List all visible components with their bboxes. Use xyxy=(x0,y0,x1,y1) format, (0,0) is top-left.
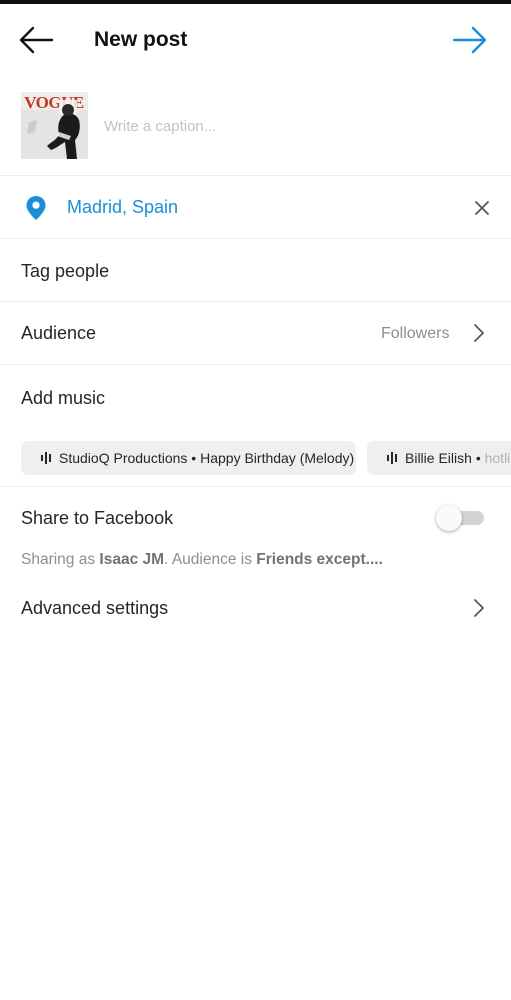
music-title: hotline bling xyxy=(484,450,511,466)
music-suggestion-text: StudioQ Productions • Happy Birthday (Me… xyxy=(59,450,354,466)
chevron-right-icon xyxy=(474,324,484,342)
location-name[interactable]: Madrid, Spain xyxy=(67,197,178,218)
music-separator: • xyxy=(475,450,481,466)
add-music-label: Add music xyxy=(21,388,106,408)
sharing-middle: . Audience is xyxy=(164,551,257,568)
music-suggestions: StudioQ Productions • Happy Birthday (Me… xyxy=(0,431,511,487)
new-post-screen: New post VOGUE Madrid, Sp xyxy=(0,0,511,1000)
music-suggestion-chip[interactable]: Billie Eilish • hotline bling xyxy=(367,441,511,475)
close-icon xyxy=(475,201,489,215)
audience-label: Audience xyxy=(21,323,97,343)
music-artist: Billie Eilish xyxy=(405,450,472,466)
remove-location-button[interactable] xyxy=(470,196,494,220)
music-artist: StudioQ Productions xyxy=(59,450,188,466)
location-pin-icon xyxy=(26,196,46,220)
post-image: VOGUE xyxy=(21,92,88,159)
share-to-facebook-row: Share to Facebook xyxy=(0,487,511,547)
arrow-right-icon xyxy=(452,26,487,54)
page-title: New post xyxy=(94,28,188,51)
chevron-right-icon xyxy=(474,599,484,617)
tag-people-label: Tag people xyxy=(21,261,110,281)
next-button[interactable] xyxy=(450,24,490,56)
music-suggestion-text: Billie Eilish • hotline bling xyxy=(405,450,511,466)
back-button[interactable] xyxy=(16,24,56,56)
share-to-facebook-label: Share to Facebook xyxy=(21,508,174,528)
audio-bars-icon xyxy=(41,452,51,464)
header: New post xyxy=(0,4,511,76)
audio-bars-icon xyxy=(387,452,397,464)
post-thumbnail[interactable]: VOGUE xyxy=(21,92,88,159)
music-title: Happy Birthday (Melody) xyxy=(200,450,355,466)
tag-people-row[interactable]: Tag people xyxy=(0,239,511,302)
music-separator: • xyxy=(191,450,197,466)
audience-row[interactable]: Audience Followers xyxy=(0,302,511,365)
advanced-settings-label: Advanced settings xyxy=(21,598,169,618)
arrow-left-icon xyxy=(19,26,54,54)
sharing-suffix: . xyxy=(378,551,383,568)
sharing-prefix: Sharing as xyxy=(21,551,100,568)
sharing-info: Sharing as Isaac JM. Audience is Friends… xyxy=(21,551,383,569)
add-music-row[interactable]: Add music xyxy=(0,365,511,430)
toggle-knob xyxy=(436,505,462,531)
sharing-audience: Friends except... xyxy=(256,551,379,568)
share-to-facebook-toggle[interactable] xyxy=(436,505,484,531)
advanced-settings-row[interactable]: Advanced settings xyxy=(0,586,511,632)
sharing-name: Isaac JM xyxy=(99,551,165,568)
caption-section: VOGUE xyxy=(0,76,511,176)
audience-value: Followers xyxy=(381,325,450,342)
caption-input[interactable] xyxy=(104,114,484,138)
music-suggestion-chip[interactable]: StudioQ Productions • Happy Birthday (Me… xyxy=(21,441,356,475)
location-row[interactable]: Madrid, Spain xyxy=(0,176,511,239)
